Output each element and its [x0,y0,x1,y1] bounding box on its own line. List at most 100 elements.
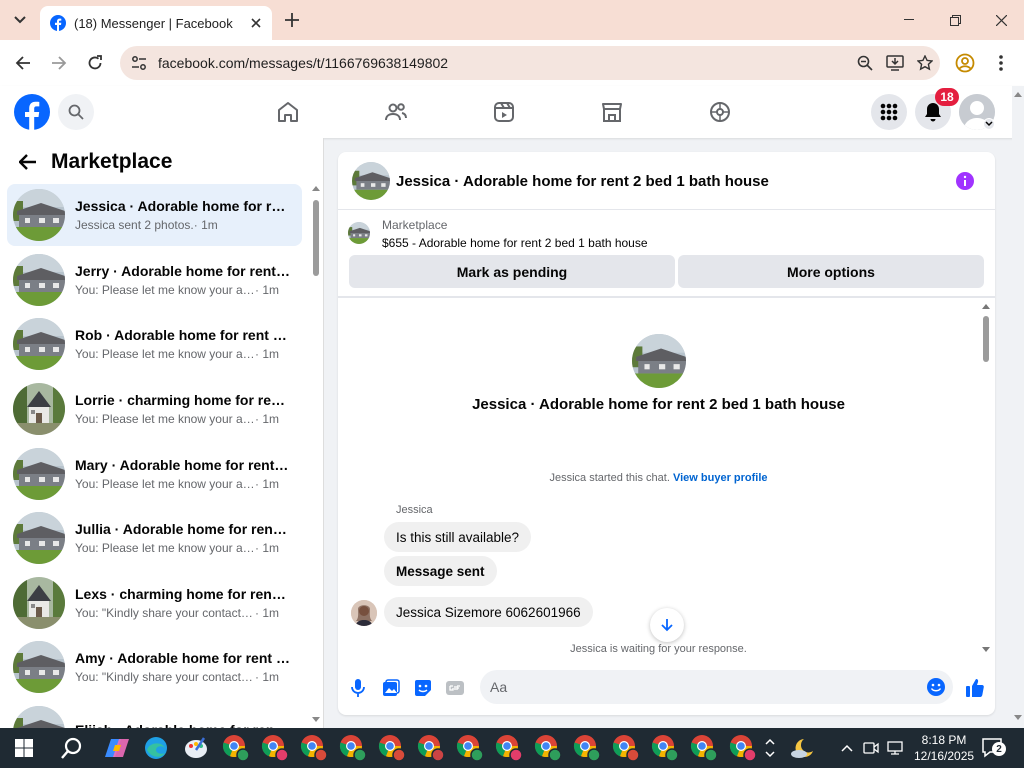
page-scrollbar[interactable] [1012,86,1024,728]
account-menu-caret[interactable] [983,118,995,130]
copilot-icon [105,739,129,757]
facebook-search-button[interactable] [58,94,94,130]
conversation-name: Rob · Adorable home for rent 2 bed 1 bat… [75,327,290,343]
taskbar-copilot[interactable] [101,732,133,764]
nav-marketplace[interactable] [596,96,628,128]
tab-close-button[interactable] [244,11,268,35]
tab-search-button[interactable] [6,7,34,33]
tray-show-hidden[interactable] [836,732,858,764]
message-input[interactable] [490,679,890,695]
address-bar[interactable]: facebook.com/messages/t/1166769638149802 [120,46,940,80]
scroll-to-bottom-button[interactable] [650,608,684,642]
message-bubble[interactable]: Message sent [384,556,497,586]
start-button[interactable] [8,732,40,764]
new-tab-button[interactable] [280,8,304,32]
scroll-up-icon[interactable] [1012,90,1024,98]
install-app-button[interactable] [880,48,910,78]
chrome-menu-button[interactable] [986,48,1016,78]
forward-button[interactable] [44,48,74,78]
restore-button[interactable] [932,0,978,40]
window-close-button[interactable] [978,0,1024,40]
taskbar-edge[interactable] [140,732,172,764]
scroll-up-icon[interactable] [311,184,321,192]
taskbar-overflow[interactable] [762,732,778,764]
bookmark-button[interactable] [910,48,940,78]
taskbar-chrome-window[interactable] [337,732,369,764]
browser-tab[interactable]: (18) Messenger | Facebook [40,6,272,40]
like-button[interactable] [963,676,987,700]
mark-as-pending-button[interactable]: Mark as pending [349,255,675,288]
message-bubble[interactable]: Is this still available? [384,522,532,552]
conversation-item[interactable]: Lexs · charming home for rent 2 bed 1 ba… [7,572,302,634]
view-buyer-profile-link[interactable]: View buyer profile [673,472,768,484]
sender-avatar[interactable] [351,600,377,626]
taskbar-chrome-window[interactable] [571,732,603,764]
minimize-button[interactable] [886,0,932,40]
nav-video[interactable] [488,96,520,128]
taskbar-chrome-window[interactable] [610,732,642,764]
taskbar-chrome-window[interactable] [415,732,447,764]
clock-date: 12/16/2025 [914,749,975,763]
url-text[interactable]: facebook.com/messages/t/1166769638149802 [158,55,850,71]
conversation-text: Lorrie · charming home for rent 2 bed 1 … [75,392,290,426]
thread-scrollbar[interactable] [979,302,993,658]
taskbar-chrome-window[interactable] [298,732,330,764]
chat-list-scrollbar[interactable] [311,184,321,724]
info-icon[interactable] [956,172,974,190]
message-bubble[interactable]: Jessica Sizemore 6062601966 [384,597,593,627]
conversation-item[interactable]: Lorrie · charming home for rent 2 bed 1 … [7,378,302,440]
conversation-item[interactable]: Rob · Adorable home for rent 2 bed 1 bat… [7,313,302,375]
conversation-item[interactable]: Elijah · Adorable home for rent 2 bed 1 … [7,701,302,728]
taskbar-chrome-window[interactable] [727,732,759,764]
tray-network[interactable] [884,732,906,764]
taskbar-chrome-window[interactable] [688,732,720,764]
taskbar-search-button[interactable] [56,732,88,764]
scroll-up-icon[interactable] [979,302,993,310]
taskbar-chrome-window[interactable] [532,732,564,764]
taskbar-chrome-window[interactable] [259,732,291,764]
scroll-down-icon[interactable] [979,646,993,654]
taskbar-chrome-window[interactable] [220,732,252,764]
back-button[interactable] [8,48,38,78]
nav-gaming[interactable] [704,96,736,128]
conversation-item[interactable]: Jessica · Adorable home for rent 2 bed 1… [7,184,302,246]
conversation-preview-row: You: "Kindly share your contact number· … [75,670,290,684]
system-clock[interactable]: 8:18 PM 12/16/2025 [914,732,974,764]
voice-clip-button[interactable] [346,676,370,700]
site-info-button[interactable] [124,48,154,78]
facebook-logo-icon[interactable] [14,94,50,130]
conversation-item[interactable]: Mary · Adorable home for rent 2 bed 1 ba… [7,443,302,505]
nav-home[interactable] [272,96,304,128]
sticker-button[interactable] [411,676,435,700]
more-options-button[interactable]: More options [678,255,984,288]
taskbar-chrome-window[interactable] [493,732,525,764]
conversation-item[interactable]: Jerry · Adorable home for rent 2 bed 1 b… [7,249,302,311]
scrollbar-thumb[interactable] [983,316,989,362]
conversation-thumbnail [13,254,65,306]
conversation-item[interactable]: Amy · Adorable home for rent 2 bed 1 bat… [7,636,302,698]
taskbar-chrome-window[interactable] [454,732,486,764]
listing-summary[interactable]: Marketplace $655 - Adorable home for ren… [348,216,988,254]
gif-button[interactable] [443,676,467,700]
conversation-item[interactable]: Jullia · Adorable home for rent 2 bed 1 … [7,507,302,569]
taskbar-chrome-window[interactable] [649,732,681,764]
tray-meet[interactable] [860,732,882,764]
scroll-down-icon[interactable] [311,716,321,724]
emoji-icon[interactable] [927,678,945,696]
back-arrow-button[interactable] [16,150,40,174]
taskbar-chrome-window[interactable] [376,732,408,764]
menu-button[interactable] [871,94,907,130]
zoom-button[interactable] [850,48,880,78]
weather-widget[interactable] [787,732,819,764]
nav-friends[interactable] [380,96,412,128]
taskbar-paint[interactable] [180,732,212,764]
chrome-profile-button[interactable] [950,48,980,78]
conversation-preview-row: You: Please let me know your availabilit… [75,477,290,491]
scroll-down-icon[interactable] [1012,714,1024,722]
chat-title[interactable]: Jessica · Adorable home for rent 2 bed 1… [396,173,769,190]
message-input-container[interactable] [480,670,953,704]
scrollbar-thumb[interactable] [313,200,319,276]
chat-header-thumbnail[interactable] [352,162,390,200]
reload-button[interactable] [80,48,110,78]
attach-photo-button[interactable] [379,676,403,700]
